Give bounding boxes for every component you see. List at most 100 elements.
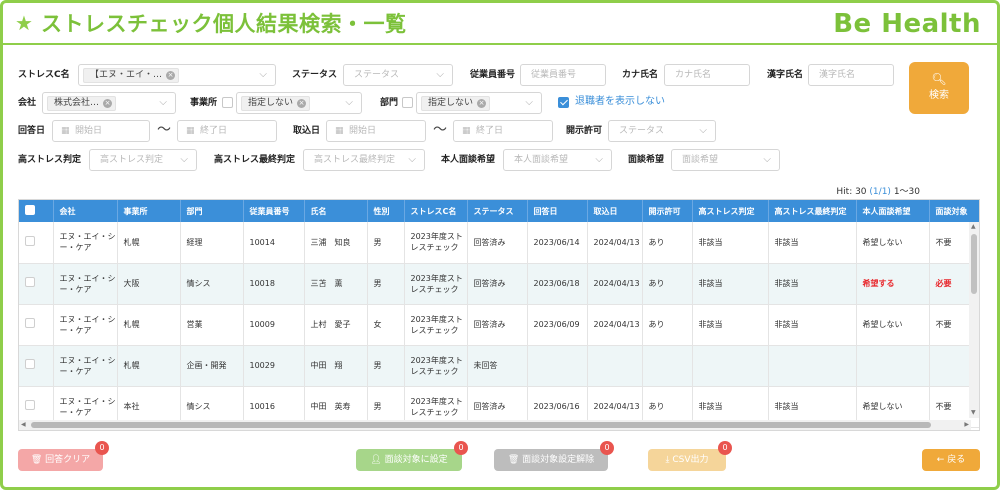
interview-select[interactable]: 面談希望 ⌵	[671, 149, 780, 171]
cell-name[interactable]: 三苫 薫	[304, 263, 368, 305]
kana-name-input[interactable]: カナ氏名	[664, 64, 750, 86]
kanji-name-input[interactable]: 漢字氏名	[808, 64, 894, 86]
cell-high-stress: 非該当	[692, 263, 769, 305]
row-select-cell[interactable]	[19, 304, 54, 346]
row-checkbox[interactable]	[25, 359, 35, 369]
chevron-down-icon: ⌵	[408, 154, 416, 165]
calendar-icon: ▦	[61, 126, 70, 136]
column-header[interactable]: 事業所	[117, 200, 181, 222]
dept-select[interactable]: 指定しない × ⌵	[416, 92, 542, 114]
page-indicator[interactable]: (1/1)	[869, 187, 891, 197]
horizontal-scrollbar[interactable]: ◀ ▶	[19, 420, 971, 430]
high-stress-final-select[interactable]: 高ストレス最終判定 ⌵	[303, 149, 425, 171]
column-header[interactable]: 性別	[367, 200, 405, 222]
cell-high-stress-final: 非該当	[768, 304, 857, 346]
cell-self-interview: 希望しない	[856, 304, 930, 346]
column-header[interactable]: ステータス	[467, 200, 528, 222]
table-row[interactable]: エヌ・エイ・シー・ケア 札幌 経理 10014 三浦 知良 男 2023年度スト…	[19, 222, 979, 264]
company-select[interactable]: 株式会社… × ⌵	[42, 92, 176, 114]
cell-company: エヌ・エイ・シー・ケア	[53, 263, 118, 305]
set-interview-target-button[interactable]: 👤︎ 面談対象に設定 0	[356, 441, 468, 471]
cell-high-stress-final: 非該当	[768, 263, 857, 305]
column-header[interactable]: 本人面談希望	[856, 200, 930, 222]
table-row[interactable]: エヌ・エイ・シー・ケア 札幌 企画・開発 10029 中田 翔 男 2023年度…	[19, 345, 979, 387]
row-checkbox[interactable]	[25, 235, 35, 246]
back-button[interactable]: ← 戻る	[922, 449, 980, 471]
arrow-left-icon: ←	[936, 455, 945, 465]
cell-sex: 女	[367, 304, 405, 346]
stress-c-select[interactable]: 【エヌ・エイ・… × ⌵	[78, 64, 276, 86]
cell-sex: 男	[367, 222, 405, 264]
column-header[interactable]: 面談対象	[929, 200, 979, 222]
hide-retired-label[interactable]: 退職者を表示しない	[575, 96, 665, 108]
dept-tag-text: 指定しない	[428, 98, 474, 108]
answer-date-start[interactable]: ▦ 開始日	[52, 120, 150, 142]
dept-tag: 指定しない ×	[421, 96, 491, 111]
column-header[interactable]: 回答日	[527, 200, 588, 222]
unset-interview-target-button[interactable]: 🗑︎ 面談対象設定解除 0	[494, 441, 614, 471]
csv-export-button[interactable]: ⤓ CSV出力 0	[648, 441, 732, 471]
row-select-cell[interactable]	[19, 222, 54, 264]
close-icon[interactable]: ×	[297, 99, 307, 108]
vertical-scrollbar[interactable]: ▲ ▼	[969, 222, 979, 418]
scroll-up-icon[interactable]: ▲	[971, 223, 976, 231]
disclosure-placeholder: ステータス	[619, 126, 665, 136]
table-row[interactable]: エヌ・エイ・シー・ケア 札幌 営業 10009 上村 愛子 女 2023年度スト…	[19, 304, 979, 346]
import-date-start[interactable]: ▦ 開始日	[326, 120, 426, 142]
cell-employee-no: 10029	[243, 345, 305, 387]
import-date-label: 取込日	[293, 126, 321, 136]
company-tag: 株式会社… ×	[47, 96, 117, 111]
hide-retired-checkbox[interactable]	[558, 97, 569, 108]
employee-no-input[interactable]: 従業員番号	[520, 64, 606, 86]
high-stress-placeholder: 高ストレス判定	[100, 155, 164, 165]
table-row[interactable]: エヌ・エイ・シー・ケア 大阪 情シス 10018 三苫 薫 男 2023年度スト…	[19, 263, 979, 305]
self-interview-select[interactable]: 本人面談希望 ⌵	[503, 149, 612, 171]
chevron-down-icon: ⌵	[345, 97, 353, 108]
close-icon[interactable]: ×	[166, 71, 176, 80]
horizontal-scroll-thumb[interactable]	[31, 422, 931, 428]
select-all-cell[interactable]	[19, 200, 54, 222]
cell-answer-date: 2023/06/18	[527, 263, 588, 305]
vertical-scroll-thumb[interactable]	[971, 234, 977, 294]
close-icon[interactable]: ×	[103, 99, 113, 108]
cell-company: エヌ・エイ・シー・ケア	[53, 345, 118, 387]
disclosure-select[interactable]: ステータス ⌵	[608, 120, 716, 142]
scroll-right-icon[interactable]: ▶	[964, 421, 969, 429]
kana-name-label: カナ氏名	[622, 70, 659, 80]
answer-date-end[interactable]: ▦ 終了日	[177, 120, 277, 142]
cell-office: 大阪	[117, 263, 181, 305]
csv-export-label: CSV出力	[672, 455, 709, 465]
column-header[interactable]: 取込日	[587, 200, 643, 222]
column-header[interactable]: 氏名	[304, 200, 368, 222]
row-checkbox[interactable]	[25, 277, 35, 287]
select-all-checkbox[interactable]	[25, 205, 35, 215]
cell-name[interactable]: 上村 愛子	[304, 304, 368, 346]
answer-date-start-placeholder: 開始日	[75, 126, 103, 136]
answer-clear-button[interactable]: 🗑︎ 回答クリア 0	[18, 441, 109, 471]
high-stress-select[interactable]: 高ストレス判定 ⌵	[89, 149, 197, 171]
column-header[interactable]: 従業員番号	[243, 200, 305, 222]
cell-name[interactable]: 三浦 知良	[304, 222, 368, 264]
import-date-end[interactable]: ▦ 終了日	[453, 120, 553, 142]
calendar-icon: ▦	[335, 126, 344, 136]
close-icon[interactable]: ×	[477, 99, 487, 108]
search-button[interactable]: 🔍︎ 検索	[909, 62, 969, 114]
office-select[interactable]: 指定しない × ⌵	[236, 92, 362, 114]
column-header[interactable]: ストレスC名	[404, 200, 468, 222]
scroll-down-icon[interactable]: ▼	[971, 409, 976, 417]
row-select-cell[interactable]	[19, 345, 54, 387]
column-header[interactable]: 開示許可	[642, 200, 693, 222]
office-checkbox[interactable]	[222, 97, 233, 108]
column-header[interactable]: 会社	[53, 200, 118, 222]
dept-checkbox[interactable]	[402, 97, 413, 108]
row-checkbox[interactable]	[25, 400, 35, 410]
cell-name[interactable]: 中田 翔	[304, 345, 368, 387]
scroll-left-icon[interactable]: ◀	[21, 421, 26, 429]
column-header[interactable]: 高ストレス最終判定	[768, 200, 857, 222]
column-header[interactable]: 部門	[180, 200, 244, 222]
column-header[interactable]: 高ストレス判定	[692, 200, 769, 222]
row-select-cell[interactable]	[19, 263, 54, 305]
status-select[interactable]: ステータス ⌵	[343, 64, 453, 86]
row-checkbox[interactable]	[25, 318, 35, 328]
range-separator: 〜	[433, 122, 447, 138]
